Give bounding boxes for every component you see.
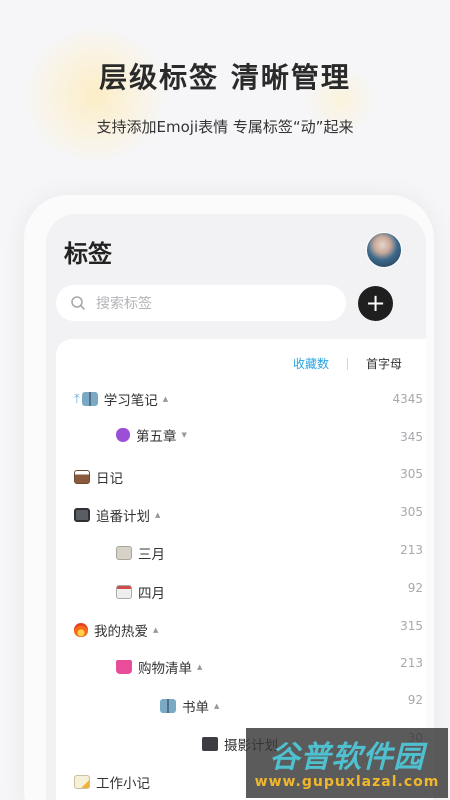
coffee-icon: [74, 470, 90, 484]
search-placeholder: 搜索标签: [96, 296, 152, 312]
tag-name: 书单: [182, 700, 209, 716]
sort-by-initial-tab[interactable]: 首字母: [366, 355, 402, 372]
tag-row[interactable]: 第五章 ▼: [116, 425, 187, 445]
tag-name: 我的热爱: [94, 624, 148, 640]
fire-icon: [74, 623, 88, 637]
tag-count: 92: [407, 581, 423, 595]
caret-up-icon[interactable]: ▲: [163, 395, 168, 403]
watermark: 谷普软件园 www.gupuxlazal.com: [246, 728, 448, 798]
tag-name: 日记: [96, 471, 123, 487]
tag-name: 购物清单: [138, 661, 192, 677]
camera-icon: [202, 737, 218, 751]
tag-row[interactable]: 我的热爱 ▲: [74, 620, 158, 640]
watermark-url: www.gupuxlazal.com: [254, 774, 440, 790]
watermark-title: 谷普软件园: [269, 740, 425, 775]
tag-count: 92: [407, 693, 423, 707]
tag-name: 第五章: [136, 429, 177, 445]
tag-name: 追番计划: [96, 509, 150, 525]
tag-count: 213: [400, 543, 423, 557]
tag-count: 213: [400, 656, 423, 670]
tag-row[interactable]: 工作小记: [74, 772, 150, 792]
tag-name: 四月: [138, 586, 165, 602]
tag-row[interactable]: 三月: [116, 543, 165, 563]
purple-heart-icon: [116, 428, 130, 442]
calendar-icon: [116, 585, 132, 599]
tag-row[interactable]: 书单 ▲: [160, 696, 219, 716]
open-book-icon: [81, 392, 98, 406]
caret-down-icon[interactable]: ▼: [182, 431, 187, 439]
promo-title: 层级标签 清晰管理: [99, 61, 351, 94]
caret-up-icon[interactable]: ▲: [155, 511, 160, 519]
caret-up-icon[interactable]: ▲: [197, 663, 202, 671]
sort-divider: [346, 357, 348, 370]
caret-up-icon[interactable]: ▲: [214, 702, 219, 710]
tag-row[interactable]: 追番计划 ▲: [74, 505, 160, 525]
tv-icon: [74, 508, 90, 522]
tag-row[interactable]: ⤒ 学习笔记 ▲: [74, 389, 168, 410]
tag-name: 工作小记: [96, 776, 150, 792]
shopping-bag-icon: [116, 660, 132, 674]
tag-count: 305: [400, 505, 423, 519]
pin-top-icon: ⤒: [74, 391, 80, 407]
page-icon: [116, 546, 132, 560]
tag-row[interactable]: 购物清单 ▲: [116, 657, 202, 677]
tag-count: 305: [400, 467, 423, 481]
memo-icon: [74, 775, 90, 789]
avatar[interactable]: [366, 232, 402, 268]
tag-count: 4345: [392, 392, 423, 406]
add-tag-button[interactable]: +: [358, 286, 393, 321]
tag-row[interactable]: 日记: [74, 467, 123, 487]
open-book-icon: [160, 699, 176, 713]
tag-name: 学习笔记: [103, 393, 158, 409]
tag-count: 315: [400, 619, 423, 633]
tag-count: 345: [400, 430, 423, 444]
caret-up-icon[interactable]: ▲: [153, 626, 158, 634]
tag-name: 三月: [138, 547, 165, 563]
sort-bar: 收藏数 首字母: [293, 355, 402, 372]
tag-row[interactable]: 四月: [116, 582, 165, 602]
promo-subtitle: 支持添加Emoji表情 专属标签“动”起来: [96, 118, 354, 136]
app-screen: 标签 搜索标签 + 收藏数 首字母 ⤒ 学习笔记 ▲ 4345 第五章 ▼ 34…: [46, 214, 426, 800]
search-input[interactable]: 搜索标签: [56, 285, 346, 321]
sort-by-favorites-tab[interactable]: 收藏数: [293, 355, 329, 372]
page-title: 标签: [64, 240, 112, 268]
search-icon: [71, 296, 85, 310]
